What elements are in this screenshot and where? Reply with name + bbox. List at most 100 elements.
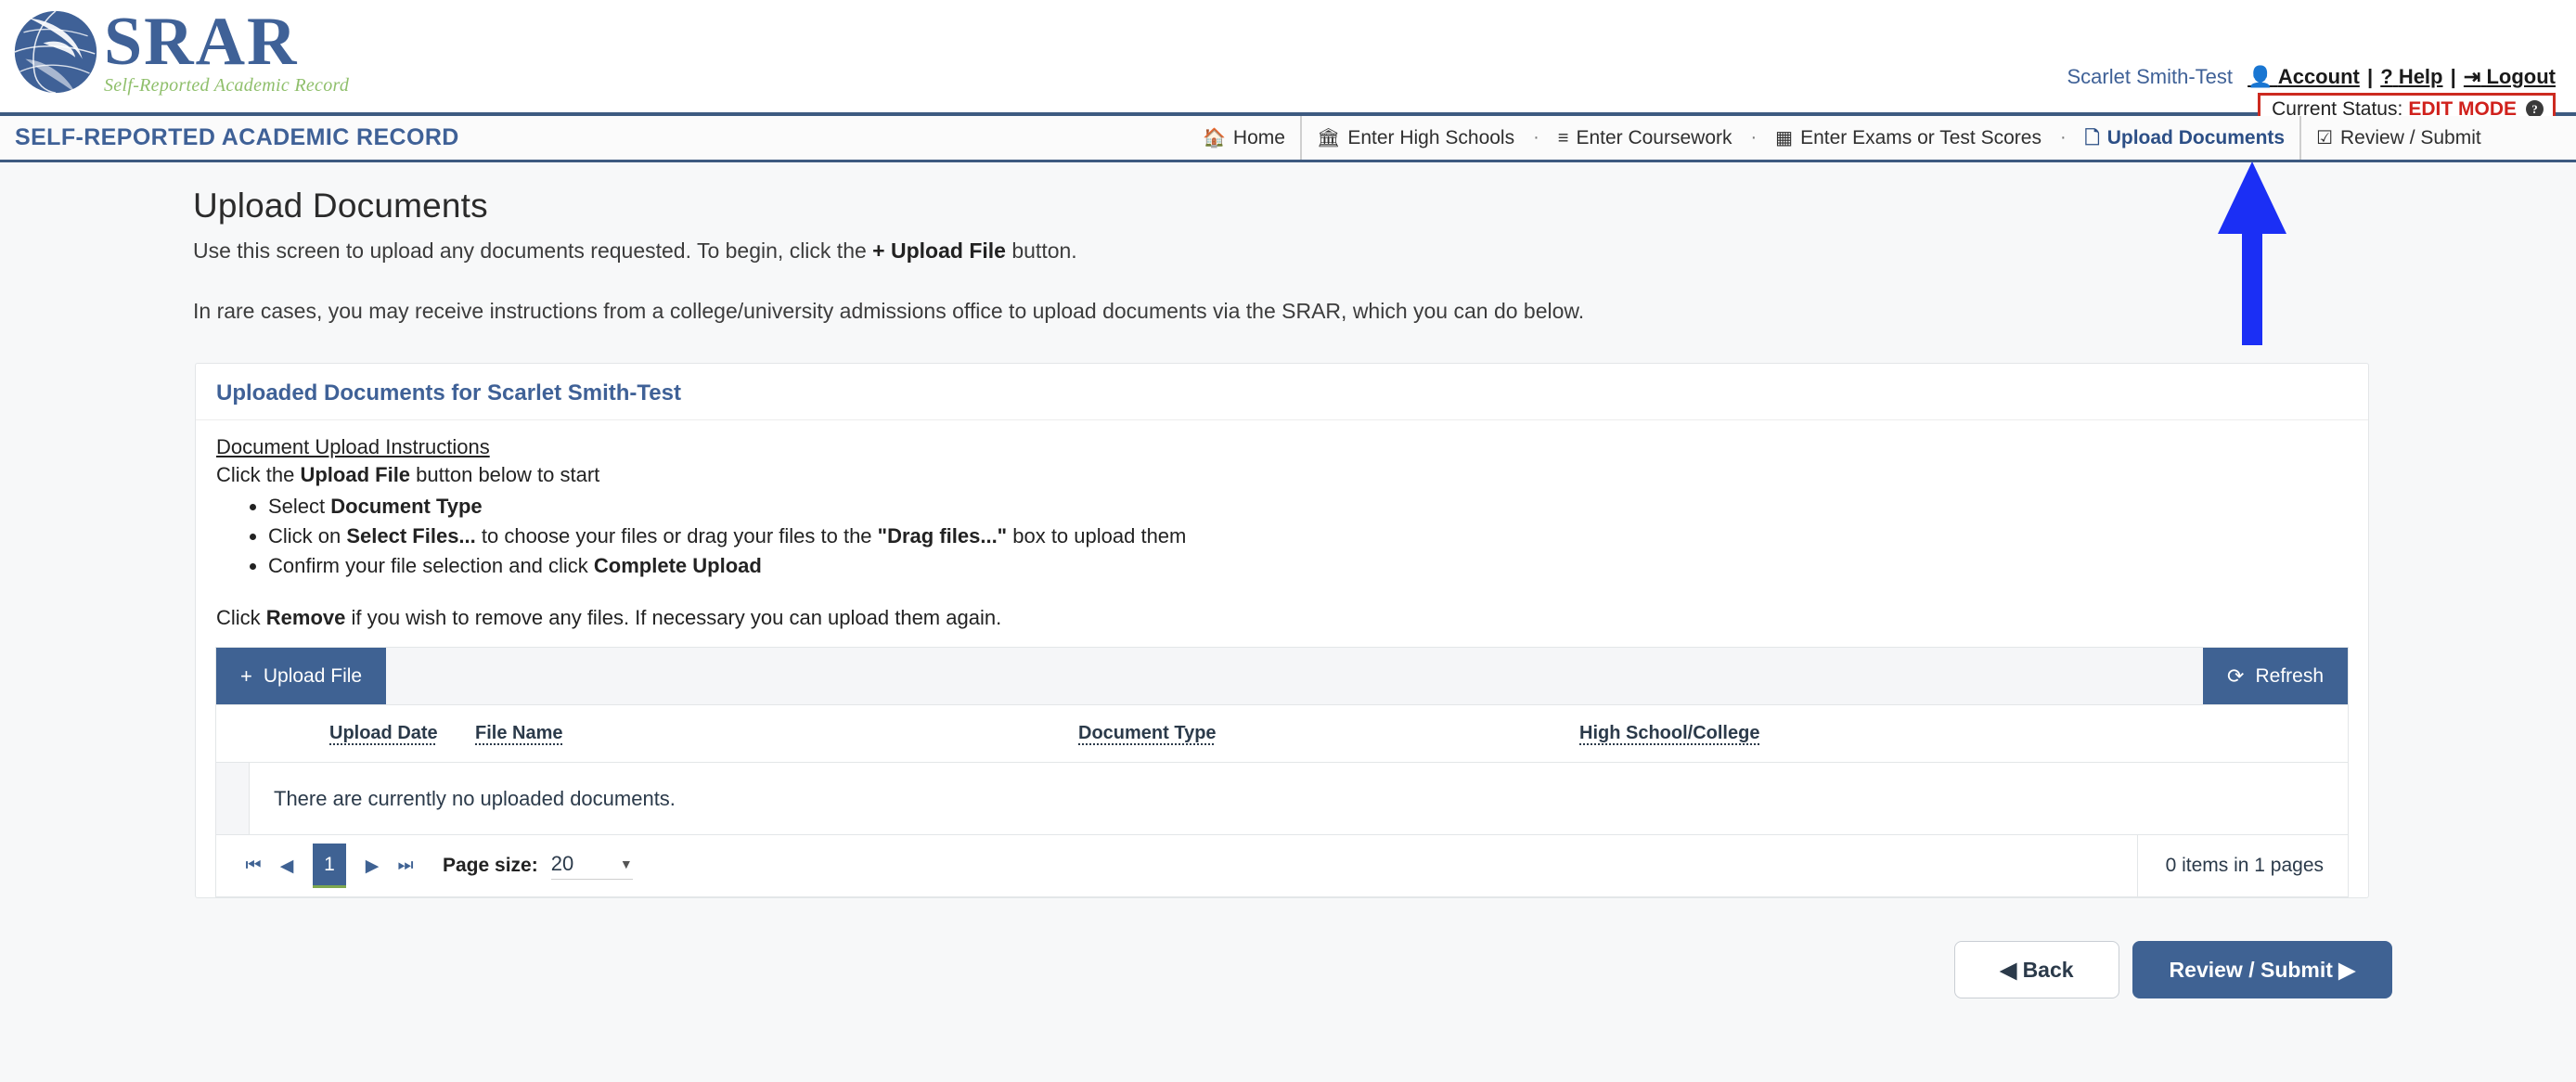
pager-controls: ⏮ ◀ 1 ▶ ⏭ Page size: 20 ▼ xyxy=(237,844,633,888)
empty-state-message: There are currently no uploaded document… xyxy=(250,787,676,811)
table-icon: ▦ xyxy=(1775,129,1793,148)
user-name: Scarlet Smith-Test xyxy=(2067,65,2234,88)
upload-file-button-label: Upload File xyxy=(264,665,362,688)
user-icon: 👤 xyxy=(2248,65,2273,88)
page-content: Upload Documents Use this screen to uplo… xyxy=(0,187,2576,998)
column-header-upload-date[interactable]: Upload Date xyxy=(272,723,475,744)
page-size-value: 20 xyxy=(551,852,573,876)
go-to-next-page-icon[interactable]: ▶ xyxy=(355,849,389,882)
bullet-1-pre: Select xyxy=(268,495,330,518)
srar-logo[interactable]: SRAR Self-Reported Academic Record xyxy=(11,7,349,97)
documents-grid: + Upload File ⟳ Refresh Upload Date File… xyxy=(215,647,2349,897)
help-link[interactable]: ? Help xyxy=(2380,65,2442,88)
page-number-1[interactable]: 1 xyxy=(313,844,346,888)
review-submit-button[interactable]: Review / Submit ▶ xyxy=(2132,941,2392,998)
bullet-2-strong: Select Files... xyxy=(346,524,475,547)
main-navigation: SELF-REPORTED ACADEMIC RECORD 🏠 Home 🏛 E… xyxy=(0,116,2576,162)
instructions-footnote: Click Remove if you wish to remove any f… xyxy=(216,606,2348,630)
plus-icon: + xyxy=(240,664,252,689)
column-header-file-name[interactable]: File Name xyxy=(475,723,1078,744)
footnote-post: if you wish to remove any files. If nece… xyxy=(345,606,1001,629)
footnote-strong: Remove xyxy=(266,606,346,629)
page-paragraph-2: In rare cases, you may receive instructi… xyxy=(193,299,2576,324)
bullet-2-post2: box to upload them xyxy=(1007,524,1186,547)
footer-buttons: ◀ Back Review / Submit ▶ xyxy=(0,941,2392,998)
column-header-high-school-college[interactable]: High School/College xyxy=(1579,723,2348,744)
instructions-list: Select Document Type Click on Select Fil… xyxy=(216,495,2348,578)
list-item: Select Document Type xyxy=(268,495,2348,519)
bullet-2-pre: Click on xyxy=(268,524,346,547)
table-row: There are currently no uploaded document… xyxy=(216,763,2348,835)
logout-icon: ⇥ xyxy=(2464,65,2480,88)
nav-items: 🏠 Home 🏛 Enter High Schools · ≡ Enter Co… xyxy=(1188,116,2496,160)
logout-link-label: Logout xyxy=(2486,65,2556,88)
nav-dot-1: · xyxy=(1529,116,1543,160)
column-header-document-type[interactable]: Document Type xyxy=(1078,723,1579,744)
instructions-intro-post: button below to start xyxy=(410,463,599,486)
nav-dot-3: · xyxy=(2056,116,2070,160)
nav-item-home-label: Home xyxy=(1233,127,1285,149)
separator-1: | xyxy=(2367,65,2373,88)
instructions-intro-pre: Click the xyxy=(216,463,300,486)
separator-2: | xyxy=(2451,65,2456,88)
refresh-button[interactable]: ⟳ Refresh xyxy=(2203,648,2348,704)
row-gutter xyxy=(216,763,250,834)
page-subtitle-pre: Use this screen to upload any documents … xyxy=(193,238,872,263)
nav-item-enter-coursework[interactable]: ≡ Enter Coursework xyxy=(1543,116,1747,160)
document-icon: 🗋 xyxy=(2085,129,2100,148)
chevron-down-icon: ▼ xyxy=(620,857,633,871)
panel-header: Uploaded Documents for Scarlet Smith-Tes… xyxy=(196,364,2368,420)
bullet-3-pre: Confirm your file selection and click xyxy=(268,554,594,577)
nav-item-upload-documents-label: Upload Documents xyxy=(2107,127,2285,149)
logo-wordmark: SRAR xyxy=(104,9,349,74)
uploaded-documents-panel: Uploaded Documents for Scarlet Smith-Tes… xyxy=(195,363,2369,898)
grid-toolbar: + Upload File ⟳ Refresh xyxy=(216,648,2348,705)
refresh-button-label: Refresh xyxy=(2255,665,2324,688)
list-icon: ≡ xyxy=(1558,129,1569,148)
logout-link[interactable]: ⇥ Logout xyxy=(2464,65,2556,88)
nav-item-enter-exams-label: Enter Exams or Test Scores xyxy=(1800,127,2041,149)
bullet-1-strong: Document Type xyxy=(330,495,482,518)
page-subtitle-strong: + Upload File xyxy=(872,238,1006,263)
question-mark-icon: ? xyxy=(2380,65,2392,88)
page-size-label: Page size: xyxy=(443,855,538,877)
list-item: Confirm your file selection and click Co… xyxy=(268,554,2348,578)
panel-body: Document Upload Instructions Click the U… xyxy=(196,420,2368,897)
upload-file-button[interactable]: + Upload File xyxy=(216,648,386,704)
page-size-select[interactable]: 20 ▼ xyxy=(551,852,633,880)
instructions-intro-strong: Upload File xyxy=(300,463,410,486)
page-subtitle-post: button. xyxy=(1006,238,1077,263)
go-to-last-page-icon[interactable]: ⏭ xyxy=(389,849,422,882)
globe-logo-icon xyxy=(11,7,100,97)
nav-item-enter-high-schools-label: Enter High Schools xyxy=(1347,127,1514,149)
panel-title: Uploaded Documents for Scarlet Smith-Tes… xyxy=(216,380,2348,406)
go-to-first-page-icon[interactable]: ⏮ xyxy=(237,849,270,882)
nav-item-review-submit[interactable]: ☑ Review / Submit xyxy=(2299,116,2496,160)
account-bar: Scarlet Smith-Test 👤 Account | ? Help | … xyxy=(2067,67,2557,87)
account-link[interactable]: 👤 Account xyxy=(2248,65,2360,88)
refresh-icon: ⟳ xyxy=(2227,664,2244,689)
back-button[interactable]: ◀ Back xyxy=(1954,941,2119,998)
instructions-heading: Document Upload Instructions xyxy=(216,435,2348,459)
grid-header-row: Upload Date File Name Document Type High… xyxy=(216,705,2348,763)
instructions-intro: Click the Upload File button below to st… xyxy=(216,463,2348,487)
footnote-pre: Click xyxy=(216,606,266,629)
page-title: Upload Documents xyxy=(193,187,2576,225)
nav-item-upload-documents[interactable]: 🗋 Upload Documents xyxy=(2070,116,2299,160)
bullet-3-strong: Complete Upload xyxy=(594,554,762,577)
brand-title: SELF-REPORTED ACADEMIC RECORD xyxy=(15,124,459,151)
nav-item-enter-high-schools[interactable]: 🏛 Enter High Schools xyxy=(1300,116,1529,160)
go-to-previous-page-icon[interactable]: ◀ xyxy=(270,849,303,882)
help-link-label: Help xyxy=(2399,65,2443,88)
nav-item-home[interactable]: 🏠 Home xyxy=(1188,116,1300,160)
home-icon: 🏠 xyxy=(1203,129,1226,148)
list-item: Click on Select Files... to choose your … xyxy=(268,524,2348,548)
nav-item-enter-exams-or-test-scores[interactable]: ▦ Enter Exams or Test Scores xyxy=(1760,116,2056,160)
logo-tagline: Self-Reported Academic Record xyxy=(104,76,349,95)
bank-icon: 🏛 xyxy=(1317,129,1340,148)
account-link-label: Account xyxy=(2278,65,2360,88)
bullet-2-post: to choose your files or drag your files … xyxy=(476,524,878,547)
nav-item-review-submit-label: Review / Submit xyxy=(2340,127,2481,149)
nav-dot-2: · xyxy=(1747,116,1761,160)
site-header: SRAR Self-Reported Academic Record Scarl… xyxy=(0,0,2576,116)
